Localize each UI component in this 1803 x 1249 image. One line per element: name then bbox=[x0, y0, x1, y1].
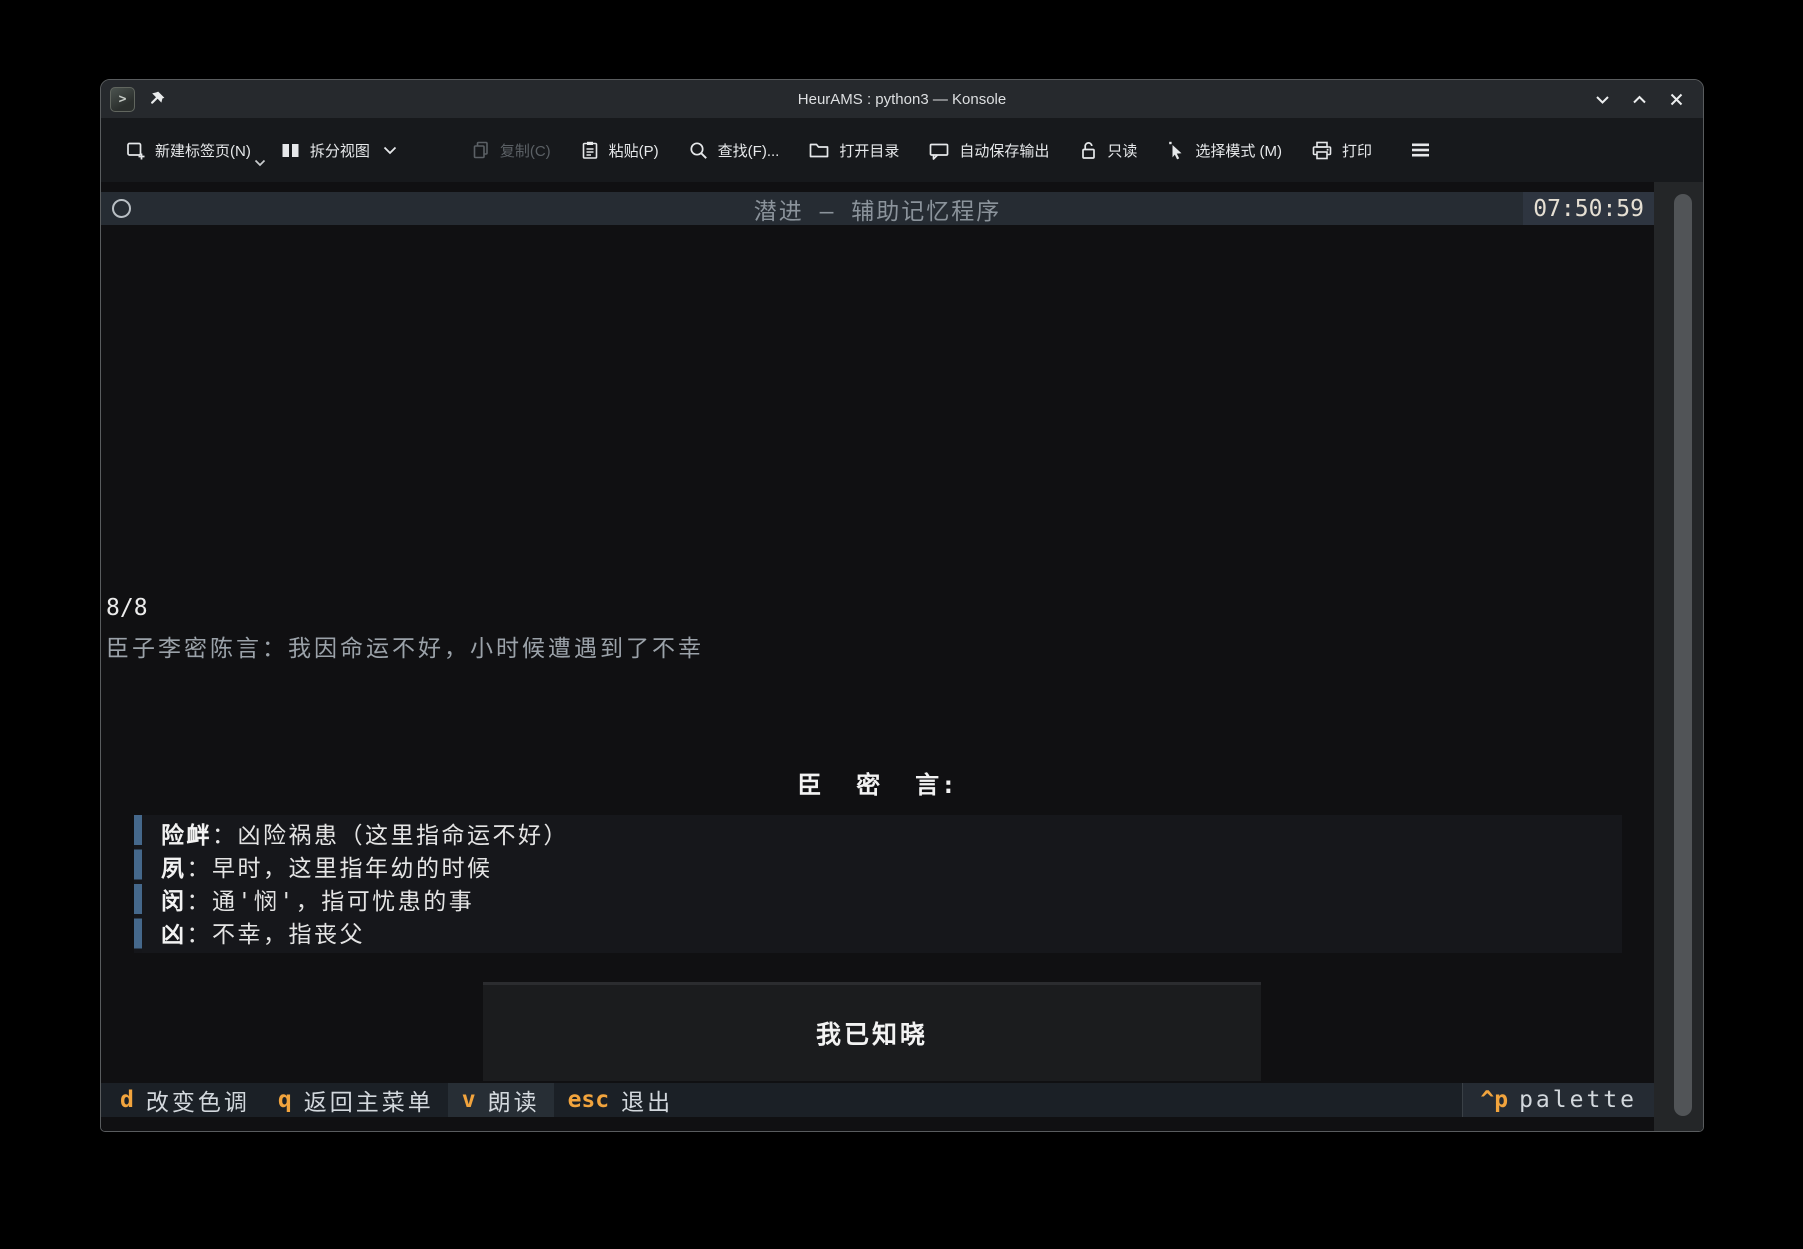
paste-label: 粘贴(P) bbox=[609, 140, 659, 161]
keybinding-quit[interactable]: esc 退出 bbox=[554, 1083, 688, 1117]
read-only-label: 只读 bbox=[1107, 140, 1137, 161]
split-view-button[interactable]: 拆分视图 bbox=[280, 140, 397, 161]
annotation-text: ：凶险祸患（这里指命运不好） bbox=[212, 823, 569, 849]
key-label: 改变色调 bbox=[146, 1083, 250, 1117]
annotation-term: 险衅 bbox=[161, 823, 212, 849]
split-view-chevron-down-icon bbox=[383, 146, 397, 155]
new-tab-label: 新建标签页(N) bbox=[155, 140, 251, 161]
hamburger-menu-icon bbox=[1409, 140, 1432, 160]
new-tab-icon bbox=[125, 140, 146, 161]
print-label: 打印 bbox=[1342, 140, 1372, 161]
annotation-line: 闵：通'悯'，指可忧患的事 bbox=[161, 886, 1622, 919]
paste-icon bbox=[580, 140, 600, 160]
desktop: > HeurAMS : python3 — Konsole bbox=[0, 0, 1803, 1249]
paste-button[interactable]: 粘贴(P) bbox=[580, 140, 659, 161]
search-icon bbox=[688, 140, 709, 161]
konsole-window: > HeurAMS : python3 — Konsole bbox=[100, 79, 1704, 1132]
key-label: 返回主菜单 bbox=[304, 1083, 434, 1117]
footer-keybar: d 改变色调 q 返回主菜单 v 朗读 esc 退出 ^p palette bbox=[101, 1083, 1654, 1117]
tui-clock: 07:50:59 bbox=[1523, 192, 1654, 225]
command-palette-hint[interactable]: ^p palette bbox=[1462, 1083, 1654, 1117]
key-hint: ^p bbox=[1480, 1087, 1508, 1113]
annotation-term: 凶 bbox=[161, 922, 187, 948]
read-only-button[interactable]: 只读 bbox=[1078, 140, 1137, 161]
annotation-term: 夙 bbox=[161, 856, 187, 882]
select-mode-label: 选择模式 (M) bbox=[1195, 140, 1282, 161]
keybinding-change-theme[interactable]: d 改变色调 bbox=[106, 1083, 264, 1117]
open-directory-label: 打开目录 bbox=[839, 140, 899, 161]
annotation-panel: 险衅：凶险祸患（这里指命运不好） 夙：早时，这里指年幼的时候 闵：通'悯'，指可… bbox=[134, 815, 1622, 953]
toolbar: 新建标签页(N) 拆分视图 bbox=[101, 118, 1703, 182]
annotation-line: 险衅：凶险祸患（这里指命运不好） bbox=[161, 820, 1622, 853]
poem-line: 臣 密 言: bbox=[101, 767, 1654, 804]
tui-app-title: 潜进 – 辅助记忆程序 bbox=[101, 192, 1654, 225]
copy-icon bbox=[471, 140, 491, 160]
scrollbar-thumb[interactable] bbox=[1674, 194, 1692, 1116]
new-tab-button[interactable]: 新建标签页(N) bbox=[125, 140, 251, 161]
key-hint: q bbox=[278, 1087, 292, 1113]
minimize-icon[interactable] bbox=[1593, 90, 1612, 109]
title-bar[interactable]: > HeurAMS : python3 — Konsole bbox=[101, 80, 1703, 118]
cursor-arrow-icon bbox=[1166, 140, 1186, 161]
terminal-content[interactable]: 潜进 – 辅助记忆程序 07:50:59 8/8 臣子李密陈言：我因命运不好，小… bbox=[101, 182, 1654, 1131]
print-button[interactable]: 打印 bbox=[1311, 140, 1372, 161]
keybinding-read-aloud[interactable]: v 朗读 bbox=[448, 1083, 554, 1117]
keybinding-main-menu[interactable]: q 返回主菜单 bbox=[264, 1083, 448, 1117]
key-hint: d bbox=[120, 1087, 134, 1113]
key-label: palette bbox=[1519, 1087, 1637, 1113]
terminal-area: 潜进 – 辅助记忆程序 07:50:59 8/8 臣子李密陈言：我因命运不好，小… bbox=[101, 182, 1703, 1131]
printer-icon bbox=[1311, 140, 1333, 161]
scrollbar-track[interactable] bbox=[1654, 182, 1703, 1131]
autosave-output-button[interactable]: 自动保存输出 bbox=[928, 140, 1049, 161]
annotation-line: 夙：早时，这里指年幼的时候 bbox=[161, 853, 1622, 886]
annotation-text: ：不幸，指丧父 bbox=[187, 922, 366, 948]
open-directory-button[interactable]: 打开目录 bbox=[808, 140, 899, 161]
annotation-term: 闵 bbox=[161, 889, 187, 915]
acknowledge-button[interactable]: 我已知晓 bbox=[483, 982, 1261, 1081]
tui-header-bar: 潜进 – 辅助记忆程序 07:50:59 bbox=[101, 192, 1654, 225]
key-hint: v bbox=[462, 1087, 476, 1113]
progress-counter: 8/8 bbox=[106, 595, 148, 621]
split-view-icon bbox=[280, 140, 301, 161]
split-view-label: 拆分视图 bbox=[310, 140, 370, 161]
copy-button[interactable]: 复制(C) bbox=[471, 140, 551, 161]
annotation-left-bar bbox=[134, 815, 142, 953]
find-label: 查找(F)... bbox=[718, 140, 780, 161]
speech-bubble-icon bbox=[928, 140, 950, 161]
find-button[interactable]: 查找(F)... bbox=[688, 140, 780, 161]
annotation-line: 凶：不幸，指丧父 bbox=[161, 919, 1622, 952]
maximize-icon[interactable] bbox=[1630, 90, 1649, 109]
unlock-icon bbox=[1078, 140, 1098, 161]
key-label: 朗读 bbox=[488, 1083, 540, 1117]
hamburger-menu-button[interactable] bbox=[1409, 140, 1432, 160]
folder-icon bbox=[808, 140, 830, 160]
copy-label: 复制(C) bbox=[500, 140, 551, 161]
new-tab-chevron-down-icon[interactable] bbox=[254, 159, 266, 167]
autosave-output-label: 自动保存输出 bbox=[959, 140, 1049, 161]
key-hint: esc bbox=[568, 1087, 610, 1113]
window-title: HeurAMS : python3 — Konsole bbox=[101, 91, 1703, 108]
annotation-text: ：早时，这里指年幼的时候 bbox=[187, 856, 493, 882]
translation-hint: 臣子李密陈言：我因命运不好，小时候遭遇到了不幸 bbox=[106, 629, 704, 663]
select-mode-button[interactable]: 选择模式 (M) bbox=[1166, 140, 1282, 161]
close-icon[interactable] bbox=[1667, 90, 1686, 109]
key-label: 退出 bbox=[621, 1083, 673, 1117]
annotation-text: ：通'悯'，指可忧患的事 bbox=[187, 889, 475, 915]
